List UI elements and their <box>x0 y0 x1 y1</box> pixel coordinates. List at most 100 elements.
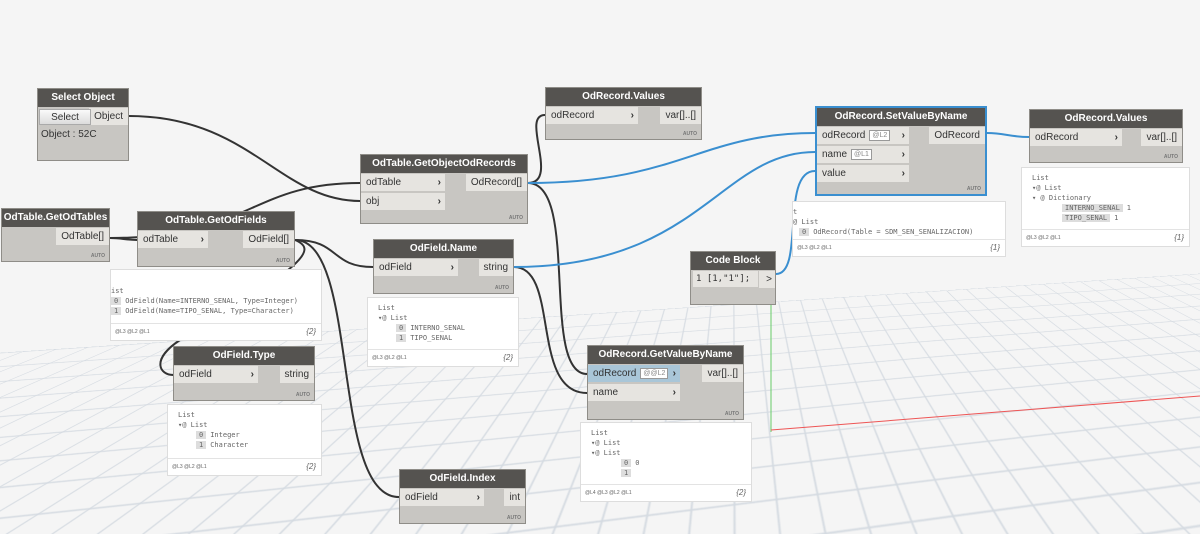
wire-records-to-setvalue[interactable] <box>527 132 816 184</box>
chevron-right-icon[interactable]: › <box>902 146 905 163</box>
node-od-record-values-2[interactable]: OdRecord.Values odRecord › var[]..[] AUTO <box>1029 109 1183 163</box>
node-title[interactable]: OdRecord.Values <box>1030 110 1182 128</box>
input-port-odtable[interactable]: odTable › <box>361 174 445 191</box>
list-levels: @L3 @L2 @L1 <box>115 329 150 335</box>
chevron-right-icon[interactable]: › <box>438 193 441 210</box>
node-title[interactable]: Code Block <box>691 252 775 270</box>
wire-object-to-obj[interactable] <box>128 115 361 202</box>
preview-line: 1 TIPO_SENAL <box>378 333 514 343</box>
preview-line: TIPO_SENAL 1 <box>1032 213 1185 223</box>
input-port-name[interactable]: name › <box>588 384 680 401</box>
input-port-odfield[interactable]: odField › <box>174 366 258 383</box>
preview-bubble-set-value-by-name[interactable]: t @ List 0 OdRecord(Table = SDM_SEN_SENALIZ… <box>792 201 1006 257</box>
node-od-record-values-1[interactable]: OdRecord.Values odRecord › var[]..[] AUTO <box>545 87 702 140</box>
output-port-int[interactable]: int <box>504 489 525 506</box>
port-label: name <box>822 149 848 160</box>
chevron-right-icon[interactable]: › <box>673 365 676 382</box>
output-port-var[interactable]: var[]..[] <box>1141 129 1182 146</box>
lacing-selector[interactable]: @L2 <box>869 129 891 141</box>
chevron-right-icon[interactable]: › <box>673 384 676 401</box>
output-port-odrecord[interactable]: OdRecord <box>929 127 985 144</box>
preview-line: INTERNO_SENAL 1 <box>1032 203 1185 213</box>
chevron-right-icon[interactable]: › <box>201 231 204 248</box>
chevron-right-icon[interactable]: › <box>477 489 480 506</box>
node-get-value-by-name[interactable]: OdRecord.GetValueByName odRecord @@L2 › name… <box>587 345 744 420</box>
wire-name-to-getvalue[interactable] <box>513 266 588 394</box>
preview-index: TIPO_SENAL <box>1062 214 1111 222</box>
node-od-field-index[interactable]: OdField.Index odField › int AUTO <box>399 469 526 524</box>
chevron-right-icon[interactable]: › <box>902 165 905 182</box>
input-port-odrecord[interactable]: odRecord › <box>1030 129 1122 146</box>
wire-records-to-getvalue[interactable] <box>527 182 588 375</box>
preview-bubble-od-record-values-2[interactable]: List ▾@ List ▾ @ Dictionary INTERNO_SENAL… <box>1021 167 1190 247</box>
select-button[interactable]: Select <box>39 109 91 125</box>
node-get-od-fields[interactable]: OdTable.GetOdFields odTable › OdField[] AUTO <box>137 211 295 267</box>
output-port-var[interactable]: var[]..[] <box>702 365 743 382</box>
node-get-object-od-records[interactable]: OdTable.GetObjectOdRecords odTable › obj › Od… <box>360 154 528 224</box>
node-set-value-by-name[interactable]: OdRecord.SetValueByName odRecord @L2 › name @… <box>815 106 987 196</box>
port-label: obj <box>366 196 380 207</box>
preview-index: 1 <box>196 441 207 449</box>
preview-list: ist 0 OdField(Name=INTERNO_SENAL, Type=Int… <box>111 270 321 316</box>
node-title[interactable]: OdField.Index <box>400 470 525 488</box>
lacing-selector[interactable]: @L1 <box>851 148 872 160</box>
output-port-odfield[interactable]: OdField[] <box>243 231 294 248</box>
lacing-auto-label: AUTO <box>682 131 697 137</box>
chevron-right-icon[interactable]: › <box>902 127 905 144</box>
preview-footer: @L4 @L3 @L2 @L1 {2} <box>581 484 751 501</box>
node-od-field-name[interactable]: OdField.Name odField › string AUTO <box>373 239 514 294</box>
chevron-right-icon[interactable]: › <box>251 366 254 383</box>
node-od-field-type[interactable]: OdField.Type odField › string AUTO <box>173 346 315 401</box>
node-get-od-tables[interactable]: OdTable.GetOdTables OdTable[] AUTO <box>1 208 110 262</box>
axis-x-line <box>770 395 1200 431</box>
node-title[interactable]: OdTable.GetObjectOdRecords <box>361 155 527 173</box>
preview-bubble-get-value-by-name[interactable]: List ▾@ List ▾@ List 0 0 1 @L4 @L3 @L2 @L1 {2… <box>580 422 752 502</box>
wire-setvalue-to-values2[interactable] <box>986 132 1030 138</box>
output-port-string[interactable]: string <box>279 366 314 383</box>
preview-index: 1 <box>111 307 122 315</box>
node-title[interactable]: OdRecord.Values <box>546 88 701 106</box>
node-code-block[interactable]: Code Block >1 [1,"1"]; <box>690 251 776 305</box>
input-port-odrecord[interactable]: odRecord @L2 › <box>817 127 909 144</box>
list-levels: @L3 @L2 @L1 <box>1026 235 1061 241</box>
output-port-var[interactable]: var[]..[] <box>660 107 701 124</box>
preview-text: INTERNO_SENAL <box>410 324 466 332</box>
node-title[interactable]: OdRecord.SetValueByName <box>817 108 985 126</box>
input-port-name[interactable]: name @L1 › <box>817 146 909 163</box>
node-title[interactable]: OdField.Name <box>374 240 513 258</box>
preview-bubble-od-field-name[interactable]: List ▾@ List 0 INTERNO_SENAL 1 TIPO_SENAL @L3… <box>367 297 519 367</box>
input-port-odfield[interactable]: odField › <box>374 259 458 276</box>
node-title[interactable]: Select Object <box>38 89 128 107</box>
lacing-selector[interactable]: @@L2 <box>640 367 669 379</box>
item-count: {2} <box>306 327 316 336</box>
node-title[interactable]: OdTable.GetOdTables <box>2 209 109 227</box>
chevron-right-icon[interactable]: › <box>1115 129 1118 146</box>
input-port-odfield[interactable]: odField › <box>400 489 484 506</box>
wire-records-to-values1[interactable] <box>527 114 546 184</box>
preview-text: t <box>793 208 798 216</box>
chevron-right-icon[interactable]: › <box>451 259 454 276</box>
input-port-odtable[interactable]: odTable › <box>138 231 208 248</box>
node-title[interactable]: OdRecord.GetValueByName <box>588 346 743 364</box>
preview-bubble-get-od-fields[interactable]: ist 0 OdField(Name=INTERNO_SENAL, Type=Int… <box>110 269 322 341</box>
output-port-odtable[interactable]: OdTable[] <box>56 228 109 245</box>
node-title[interactable]: OdField.Type <box>174 347 314 365</box>
output-port-string[interactable]: string <box>478 259 513 276</box>
chevron-right-icon[interactable]: › <box>438 174 441 191</box>
node-title[interactable]: OdTable.GetOdFields <box>138 212 294 230</box>
preview-index: 0 <box>111 297 122 305</box>
preview-bubble-od-field-type[interactable]: List ▾@ List 0 Integer 1 Character @L3 @L2 @L… <box>167 404 322 476</box>
input-port-value[interactable]: value › <box>817 165 909 182</box>
output-port-odrecord[interactable]: OdRecord[] <box>465 174 527 191</box>
node-select-object[interactable]: Select Object Object Select Object : 52C <box>37 88 129 161</box>
wire-name-to-setvalue[interactable] <box>513 151 816 268</box>
input-port-odrecord[interactable]: odRecord @@L2 › <box>588 365 680 382</box>
input-port-obj[interactable]: obj › <box>361 193 445 210</box>
port-label: odTable <box>143 234 179 245</box>
output-port[interactable]: > <box>759 271 775 288</box>
preview-index: 0 <box>196 431 207 439</box>
code-editor[interactable]: 1 [1,"1"]; <box>693 271 758 287</box>
chevron-right-icon[interactable]: › <box>631 107 634 124</box>
input-port-odrecord[interactable]: odRecord › <box>546 107 638 124</box>
output-port-object[interactable]: Object <box>89 108 128 125</box>
